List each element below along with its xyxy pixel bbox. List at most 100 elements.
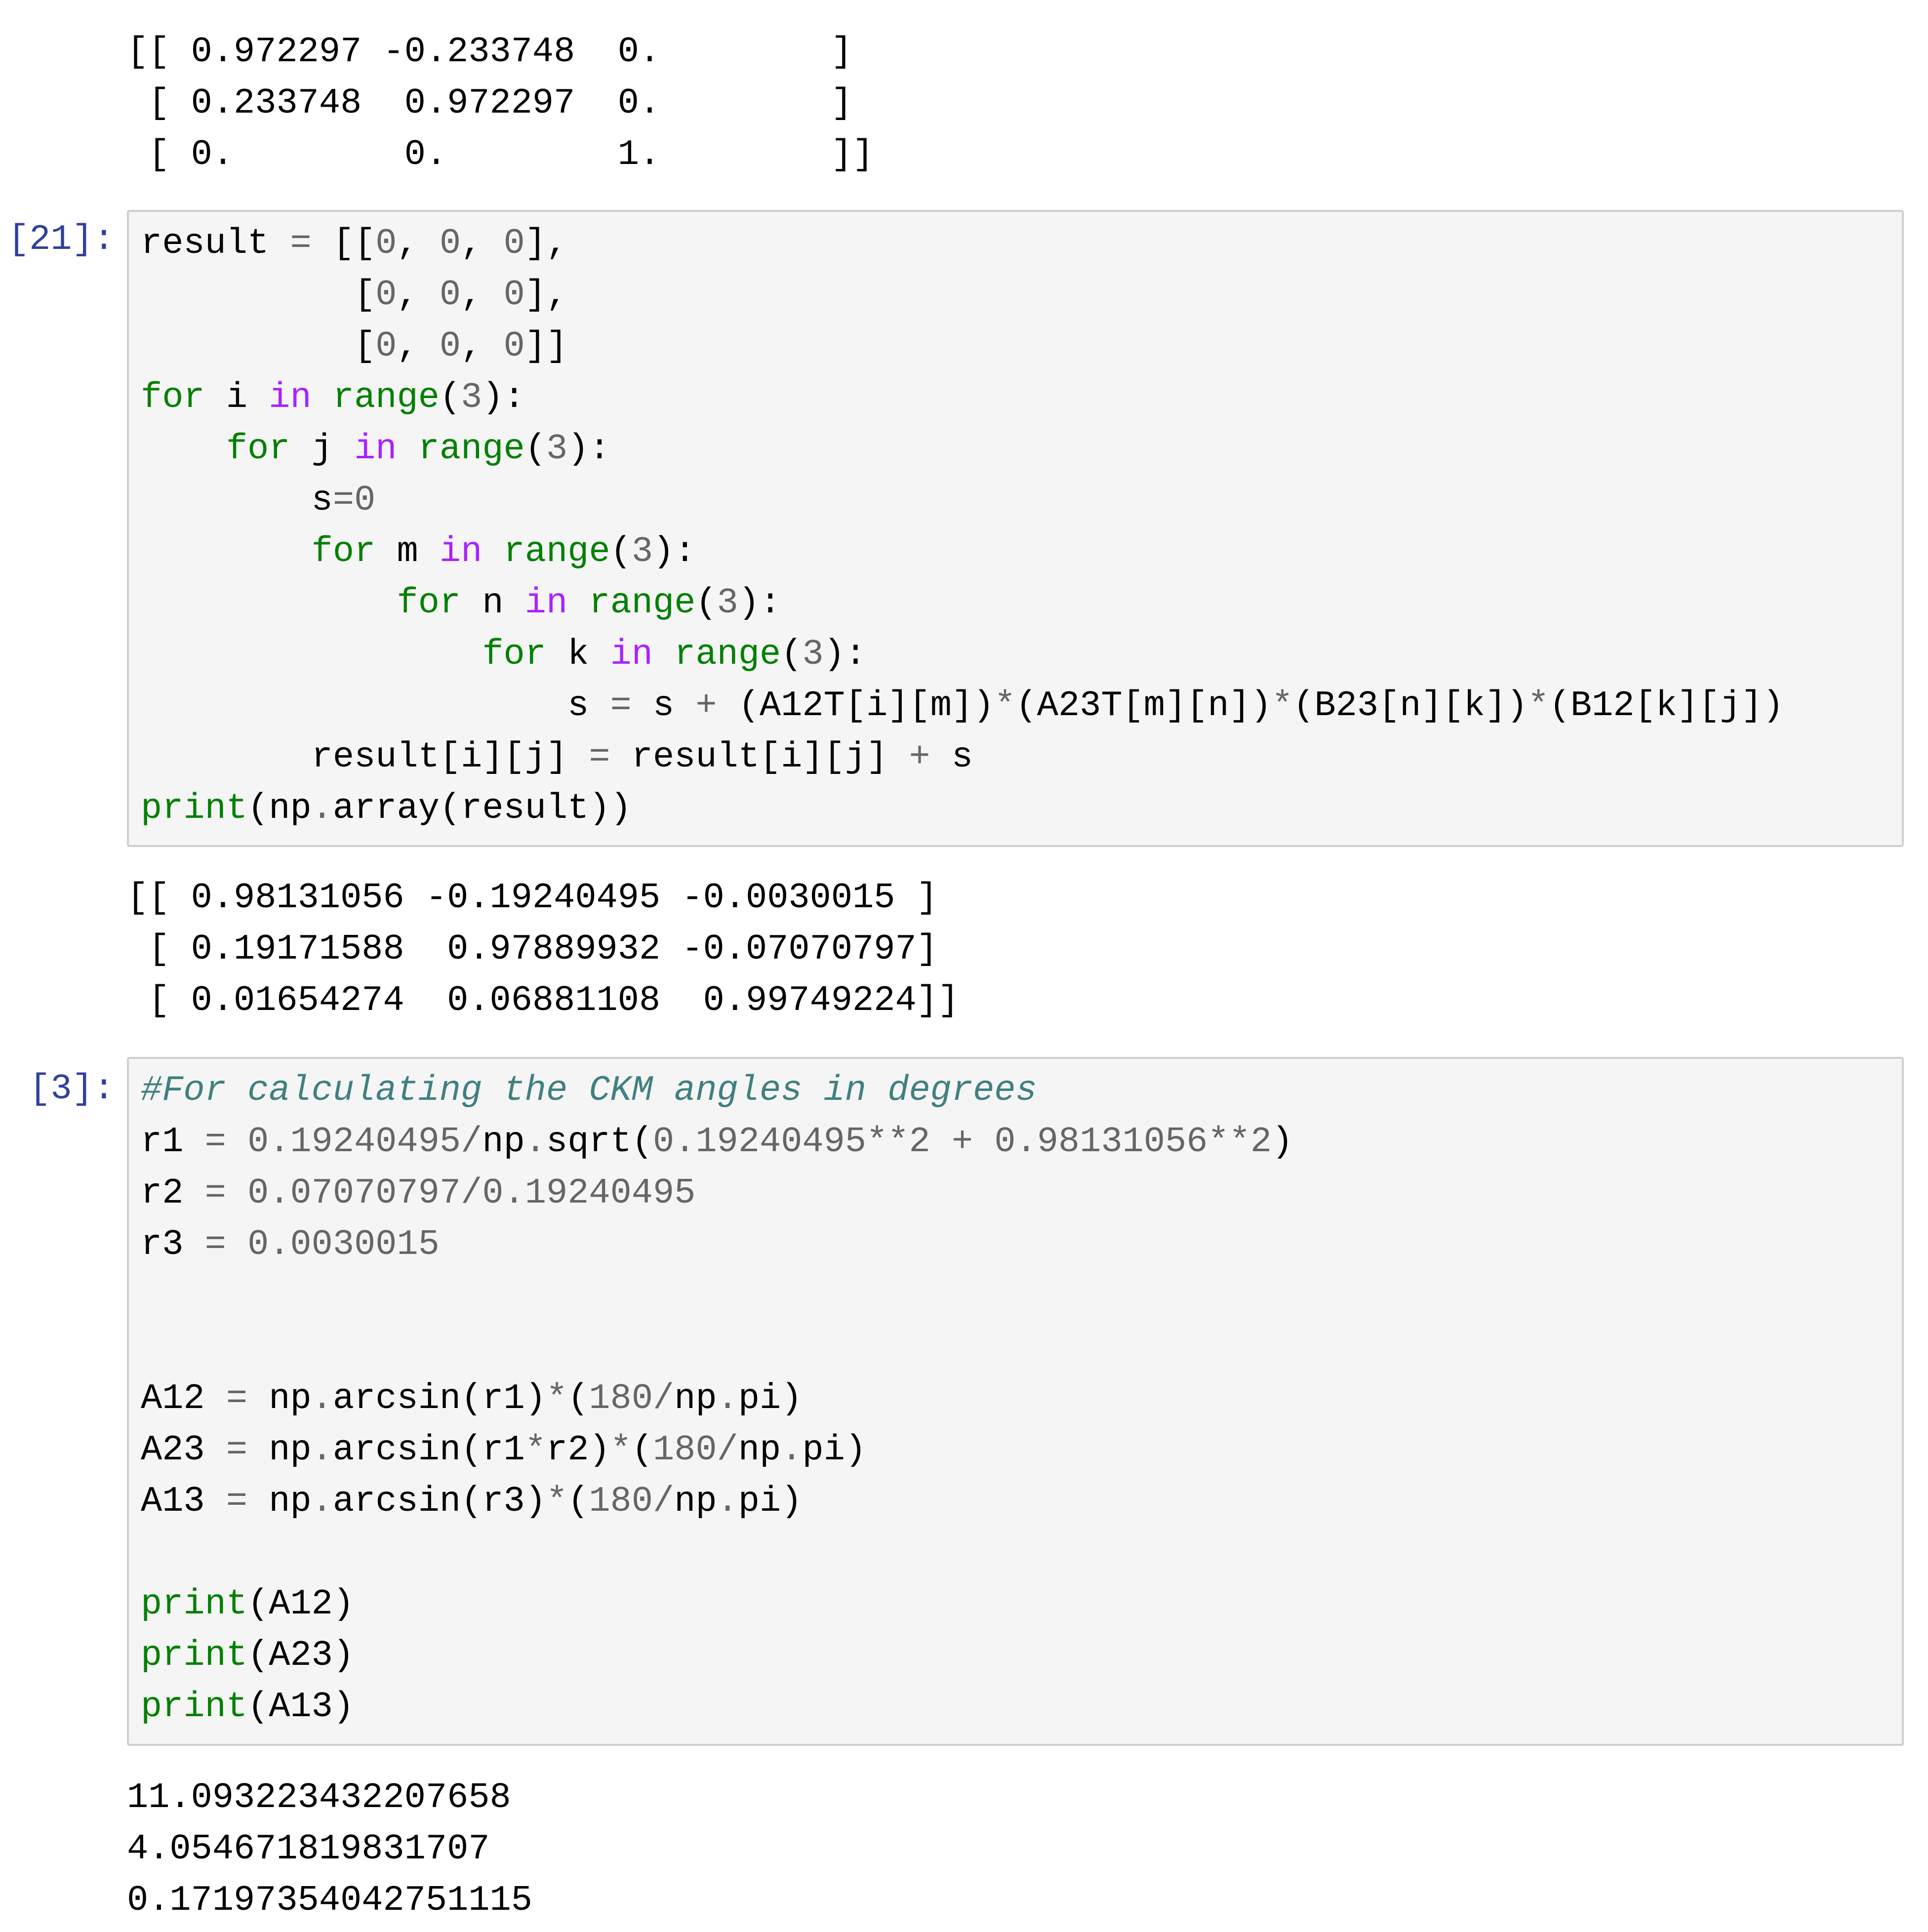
code-token: = bbox=[226, 1481, 248, 1522]
code-comment: #For calculating the CKM angles in degre… bbox=[141, 1070, 1037, 1111]
output-line: [ 0.233748 0.972297 0. ] bbox=[127, 83, 853, 123]
code-line: [0, 0, 0], bbox=[141, 269, 1902, 321]
code-token: , bbox=[461, 275, 504, 315]
code-token: 0.19240495 bbox=[482, 1173, 696, 1213]
code-token: ( bbox=[631, 1430, 653, 1470]
code-token: (B12[k][j]) bbox=[1549, 685, 1784, 726]
code-token: ( bbox=[781, 634, 803, 675]
code-token: in bbox=[354, 429, 397, 469]
code-token: in bbox=[524, 583, 568, 623]
code-line: for i in range(3): bbox=[141, 372, 1902, 423]
code-token: 3 bbox=[631, 531, 653, 572]
code-token: ): bbox=[653, 531, 696, 572]
code-token: / bbox=[653, 1378, 675, 1419]
code-token: s bbox=[930, 737, 973, 777]
code-token: . bbox=[311, 1481, 333, 1522]
code-token: result bbox=[141, 223, 290, 264]
code-line: A12 = np.arcsin(r1)*(180/np.pi) bbox=[141, 1373, 1902, 1424]
code-line: r2 = 0.07070797/0.19240495 bbox=[141, 1167, 1902, 1219]
code-token: j bbox=[290, 429, 355, 469]
code-token: + bbox=[695, 685, 717, 726]
code-token: r2 bbox=[141, 1173, 205, 1213]
code-token: ( bbox=[610, 531, 632, 572]
code-token: 3 bbox=[717, 583, 738, 623]
cell-3-prompt: [3]: bbox=[29, 1069, 115, 1109]
code-token: 0 bbox=[439, 275, 461, 315]
code-token: ): bbox=[567, 429, 610, 469]
code-token: ]] bbox=[524, 326, 568, 366]
code-token: arcsin(r1 bbox=[332, 1430, 525, 1470]
code-cell-21[interactable]: result = [[0, 0, 0], [0, 0, 0], [0, 0, 0… bbox=[127, 210, 1904, 847]
code-token: 180 bbox=[589, 1481, 653, 1522]
code-token: 0.0030015 bbox=[247, 1224, 440, 1265]
code-token: , bbox=[397, 223, 440, 264]
code-token: 180 bbox=[589, 1378, 653, 1419]
code-token: . bbox=[717, 1481, 738, 1522]
code-line: r1 = 0.19240495/np.sqrt(0.19240495**2 + … bbox=[141, 1116, 1902, 1167]
code-token: / bbox=[653, 1481, 675, 1522]
code-token: ** bbox=[866, 1122, 909, 1162]
code-token: + bbox=[951, 1122, 973, 1162]
code-token: result[i][j] bbox=[141, 737, 589, 777]
code-token: (A12) bbox=[247, 1584, 355, 1624]
code-token: , bbox=[397, 275, 440, 315]
code-token: 0.19240495 bbox=[247, 1122, 461, 1162]
code-line: print(A23) bbox=[141, 1630, 1902, 1681]
code-token: 0 bbox=[439, 326, 461, 366]
code-token: / bbox=[717, 1430, 738, 1470]
code-token: for bbox=[397, 583, 461, 623]
code-token: sqrt( bbox=[546, 1122, 653, 1162]
code-token: (B23[n][k]) bbox=[1293, 685, 1528, 726]
code-token: np bbox=[674, 1481, 717, 1522]
code-token: 0 bbox=[503, 223, 525, 264]
code-token: arcsin(r3) bbox=[332, 1481, 546, 1522]
output-line: 4.054671819831707 bbox=[127, 1829, 490, 1869]
code-cell-3[interactable]: #For calculating the CKM angles in degre… bbox=[127, 1057, 1904, 1746]
output-line: [[ 0.98131056 -0.19240495 -0.0030015 ] bbox=[127, 878, 938, 918]
code-editor[interactable]: result = [[0, 0, 0], [0, 0, 0], [0, 0, 0… bbox=[141, 218, 1902, 834]
code-token: i bbox=[204, 377, 269, 418]
code-token: (A12T[i][m]) bbox=[717, 685, 995, 726]
code-token: np bbox=[247, 1481, 312, 1522]
code-line: A13 = np.arcsin(r3)*(180/np.pi) bbox=[141, 1476, 1902, 1527]
code-token: 2 bbox=[1250, 1122, 1272, 1162]
code-token: , bbox=[461, 326, 504, 366]
code-token: r1 bbox=[141, 1122, 205, 1162]
code-token: A13 bbox=[141, 1481, 226, 1522]
cell-21-output: [[ 0.98131056 -0.19240495 -0.0030015 ] [… bbox=[127, 872, 959, 1026]
code-token: n bbox=[461, 583, 525, 623]
code-token: = bbox=[226, 1430, 248, 1470]
code-line: print(A13) bbox=[141, 1681, 1902, 1732]
code-token: = bbox=[204, 1122, 226, 1162]
code-line: result = [[0, 0, 0], bbox=[141, 218, 1902, 269]
code-line: print(np.array(result)) bbox=[141, 783, 1902, 834]
code-token: result[i][j] bbox=[610, 737, 909, 777]
cell-3-output: 11.093223432207658 4.054671819831707 0.171… bbox=[127, 1772, 532, 1926]
code-token: 3 bbox=[461, 377, 482, 418]
output-line: [ 0.19171588 0.97889932 -0.07070797] bbox=[127, 929, 938, 969]
code-token: = bbox=[226, 1378, 248, 1419]
code-line: [0, 0, 0]] bbox=[141, 321, 1902, 372]
code-token: * bbox=[524, 1430, 546, 1470]
code-editor[interactable]: #For calculating the CKM angles in degre… bbox=[141, 1065, 1902, 1732]
code-token: for bbox=[226, 429, 290, 469]
code-token: (A23) bbox=[247, 1635, 355, 1676]
code-token: ** bbox=[1207, 1122, 1250, 1162]
code-token: [ bbox=[141, 326, 376, 366]
code-token: = bbox=[204, 1173, 226, 1213]
code-line: for j in range(3): bbox=[141, 423, 1902, 475]
code-token: pi) bbox=[738, 1378, 803, 1419]
code-token: . bbox=[717, 1378, 738, 1419]
code-token: / bbox=[461, 1173, 482, 1213]
code-token: 0 bbox=[375, 326, 397, 366]
code-token: (np bbox=[247, 788, 312, 829]
